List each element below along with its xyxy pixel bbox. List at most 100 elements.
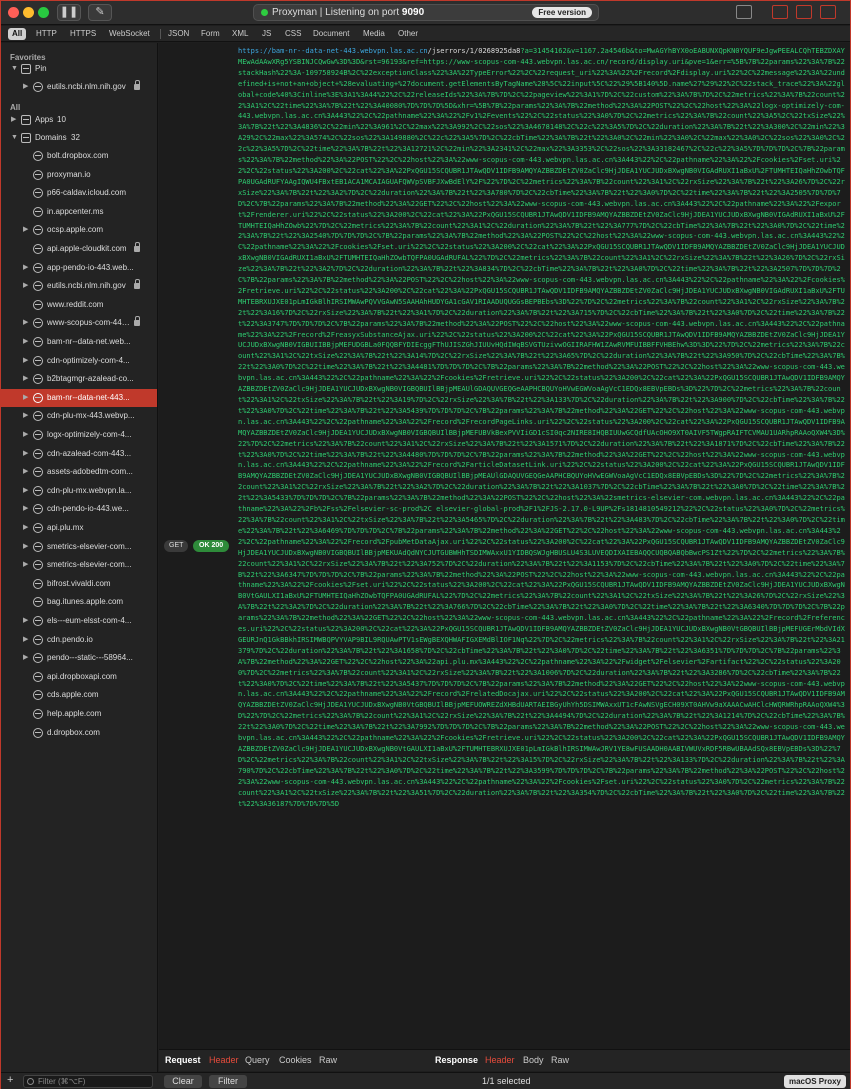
chevron-right-icon[interactable]: ▶ [23,370,28,388]
filter-tab-websocket[interactable]: WebSocket [105,28,154,40]
sidebar-domain-item[interactable]: ▶ cdn-plu-mx.webvpn.la... [1,482,157,500]
filter-tab-css[interactable]: CSS [281,28,305,40]
sidebar-domain-item[interactable]: ▶ ocsp.apple.com [1,221,157,239]
filter-tab-form[interactable]: Form [197,28,224,40]
chevron-right-icon[interactable]: ▶ [23,556,28,574]
sidebar-domain-item[interactable]: ▶ cdn-pendo-io-443.we... [1,500,157,518]
request-tab-header[interactable]: Header [209,1055,239,1065]
sidebar-domain-item[interactable]: bag.itunes.apple.com [1,593,157,611]
sidebar-domain-item[interactable]: ▶ cdn.pendo.io [1,631,157,649]
chevron-right-icon[interactable]: ▶ [23,500,28,518]
window-mode-icon[interactable] [736,5,752,19]
sidebar-domain-item[interactable]: ▶ bam-nr--data-net.web... [1,333,157,351]
sidebar-domain-item[interactable]: www.reddit.com [1,296,157,314]
chevron-right-icon[interactable]: ▶ [23,389,28,407]
sidebar-domain-item[interactable]: proxyman.io [1,166,157,184]
filter-tab-other[interactable]: Other [394,28,422,40]
sidebar-domain-item[interactable]: ▶ cdn-plu-mx-443.webvp... [1,407,157,425]
close-window-button[interactable] [8,7,19,18]
toggle-bottom-panel-icon[interactable] [796,5,812,19]
chevron-right-icon[interactable]: ▶ [23,259,28,277]
chevron-right-icon[interactable]: ▶ [23,649,28,667]
toggle-right-panel-icon[interactable] [820,5,836,19]
chevron-right-icon[interactable]: ▶ [23,407,28,425]
chevron-right-icon[interactable]: ▶ [11,111,16,129]
sidebar-domain-item[interactable]: api.dropboxapi.com [1,668,157,686]
sidebar-domain-item[interactable]: ▶ b2btagmgr-azalead-co... [1,370,157,388]
response-tab-raw[interactable]: Raw [551,1055,569,1065]
sidebar-domain-item[interactable]: ▶ bam-nr--data-net-443... [1,388,157,407]
filter-tab-https[interactable]: HTTPS [66,28,100,40]
sidebar-pinned-item[interactable]: ▶ eutils.ncbi.nlm.nih.gov [1,78,157,96]
pause-button[interactable]: ❚❚ [57,4,81,21]
sidebar-item-pin[interactable]: ▼ Pin [1,60,157,78]
filter-tab-all[interactable]: All [8,28,27,40]
filter-tab-media[interactable]: Media [359,28,389,40]
chevron-right-icon[interactable]: ▶ [23,612,28,630]
chevron-down-icon[interactable]: ▼ [11,129,18,147]
sidebar-domain-item[interactable]: ▶ cdn-optimizely-com-4... [1,352,157,370]
sidebar-domain-item[interactable]: api.apple-cloudkit.com [1,240,157,258]
sidebar-domain-item[interactable]: ▶ els---eum-elsst-com-4... [1,612,157,630]
filter-button[interactable]: Filter [209,1075,247,1088]
sidebar-domain-item[interactable]: ▶ www-scopus-com-443... [1,314,157,332]
sidebar-domain-item[interactable]: in.appcenter.ms [1,203,157,221]
sidebar-domain-item[interactable]: ▶ app-pendo-io-443.web... [1,259,157,277]
sidebar-domain-item[interactable]: ▶ api.plu.mx [1,519,157,537]
sidebar-domain-item[interactable]: bifrost.vivaldi.com [1,575,157,593]
free-version-badge[interactable]: Free version [532,7,592,18]
sidebar-item-apps[interactable]: ▶ Apps 10 [1,111,157,129]
filter-tab-xml[interactable]: XML [228,28,252,40]
filter-tab-document[interactable]: Document [309,28,353,40]
sidebar-domain-item[interactable]: d.dropbox.com [1,724,157,742]
chevron-right-icon[interactable]: ▶ [23,463,28,481]
chevron-right-icon[interactable]: ▶ [23,482,28,500]
compose-button[interactable]: ✎ [88,4,112,21]
chevron-down-icon[interactable]: ▼ [11,60,18,78]
chevron-right-icon[interactable]: ▶ [23,221,28,239]
request-tab-raw[interactable]: Raw [319,1055,337,1065]
sidebar-domain-item[interactable]: cds.apple.com [1,686,157,704]
sidebar-domain-item[interactable]: help.apple.com [1,705,157,723]
response-tab-header[interactable]: Header [485,1055,515,1065]
request-method-badge: GET [164,540,189,552]
chevron-right-icon[interactable]: ▶ [23,426,28,444]
sidebar-domain-item[interactable]: ▶ smetrics-elsevier-com... [1,556,157,574]
sidebar-domain-item[interactable]: p66-caldav.icloud.com [1,184,157,202]
sidebar: Favorites ▼ Pin ▶ eutils.ncbi.nlm.nih.go… [1,43,158,1072]
filter-input[interactable]: Filter (⌘⌥F) [23,1075,153,1088]
globe-icon [33,392,43,403]
filter-tab-js[interactable]: JS [258,28,275,40]
request-tab-cookies[interactable]: Cookies [279,1055,312,1065]
globe-icon [33,262,43,273]
chevron-right-icon[interactable]: ▶ [23,314,28,332]
chevron-right-icon[interactable]: ▶ [23,333,28,351]
request-url-text[interactable]: https://bam-nr--data-net-443.webvpn.las.… [238,46,846,1046]
sidebar-domain-item[interactable]: ▶ smetrics-elsevier-com... [1,538,157,556]
clear-button[interactable]: Clear [164,1075,202,1088]
minimize-window-button[interactable] [23,7,34,18]
filter-tab-json[interactable]: JSON [164,28,193,40]
folder-icon [21,115,31,125]
sidebar-domain-item[interactable]: ▶ cdn-azalead-com-443... [1,445,157,463]
chevron-right-icon[interactable]: ▶ [23,445,28,463]
chevron-right-icon[interactable]: ▶ [23,538,28,556]
macos-proxy-badge[interactable]: macOS Proxy [783,1075,846,1088]
chevron-right-icon[interactable]: ▶ [23,519,28,537]
chevron-right-icon[interactable]: ▶ [23,352,28,370]
sidebar-domain-item[interactable]: bolt.dropbox.com [1,147,157,165]
chevron-right-icon[interactable]: ▶ [23,277,28,295]
chevron-right-icon[interactable]: ▶ [23,78,28,96]
filter-tab-http[interactable]: HTTP [32,28,61,40]
toggle-sidebar-icon[interactable] [772,5,788,19]
chevron-right-icon[interactable]: ▶ [23,631,28,649]
request-tab-query[interactable]: Query [245,1055,270,1065]
sidebar-item-domains[interactable]: ▼ Domains 32 [1,129,157,147]
add-filter-button[interactable]: + [7,1074,13,1086]
sidebar-domain-item[interactable]: ▶ eutils.ncbi.nlm.nih.gov [1,277,157,295]
response-tab-body[interactable]: Body [523,1055,544,1065]
sidebar-domain-item[interactable]: ▶ assets-adobedtm-com... [1,463,157,481]
sidebar-domain-item[interactable]: ▶ logx-optimizely-com-4... [1,426,157,444]
sidebar-domain-item[interactable]: ▶ pendo---static---58964... [1,649,157,667]
zoom-window-button[interactable] [38,7,49,18]
